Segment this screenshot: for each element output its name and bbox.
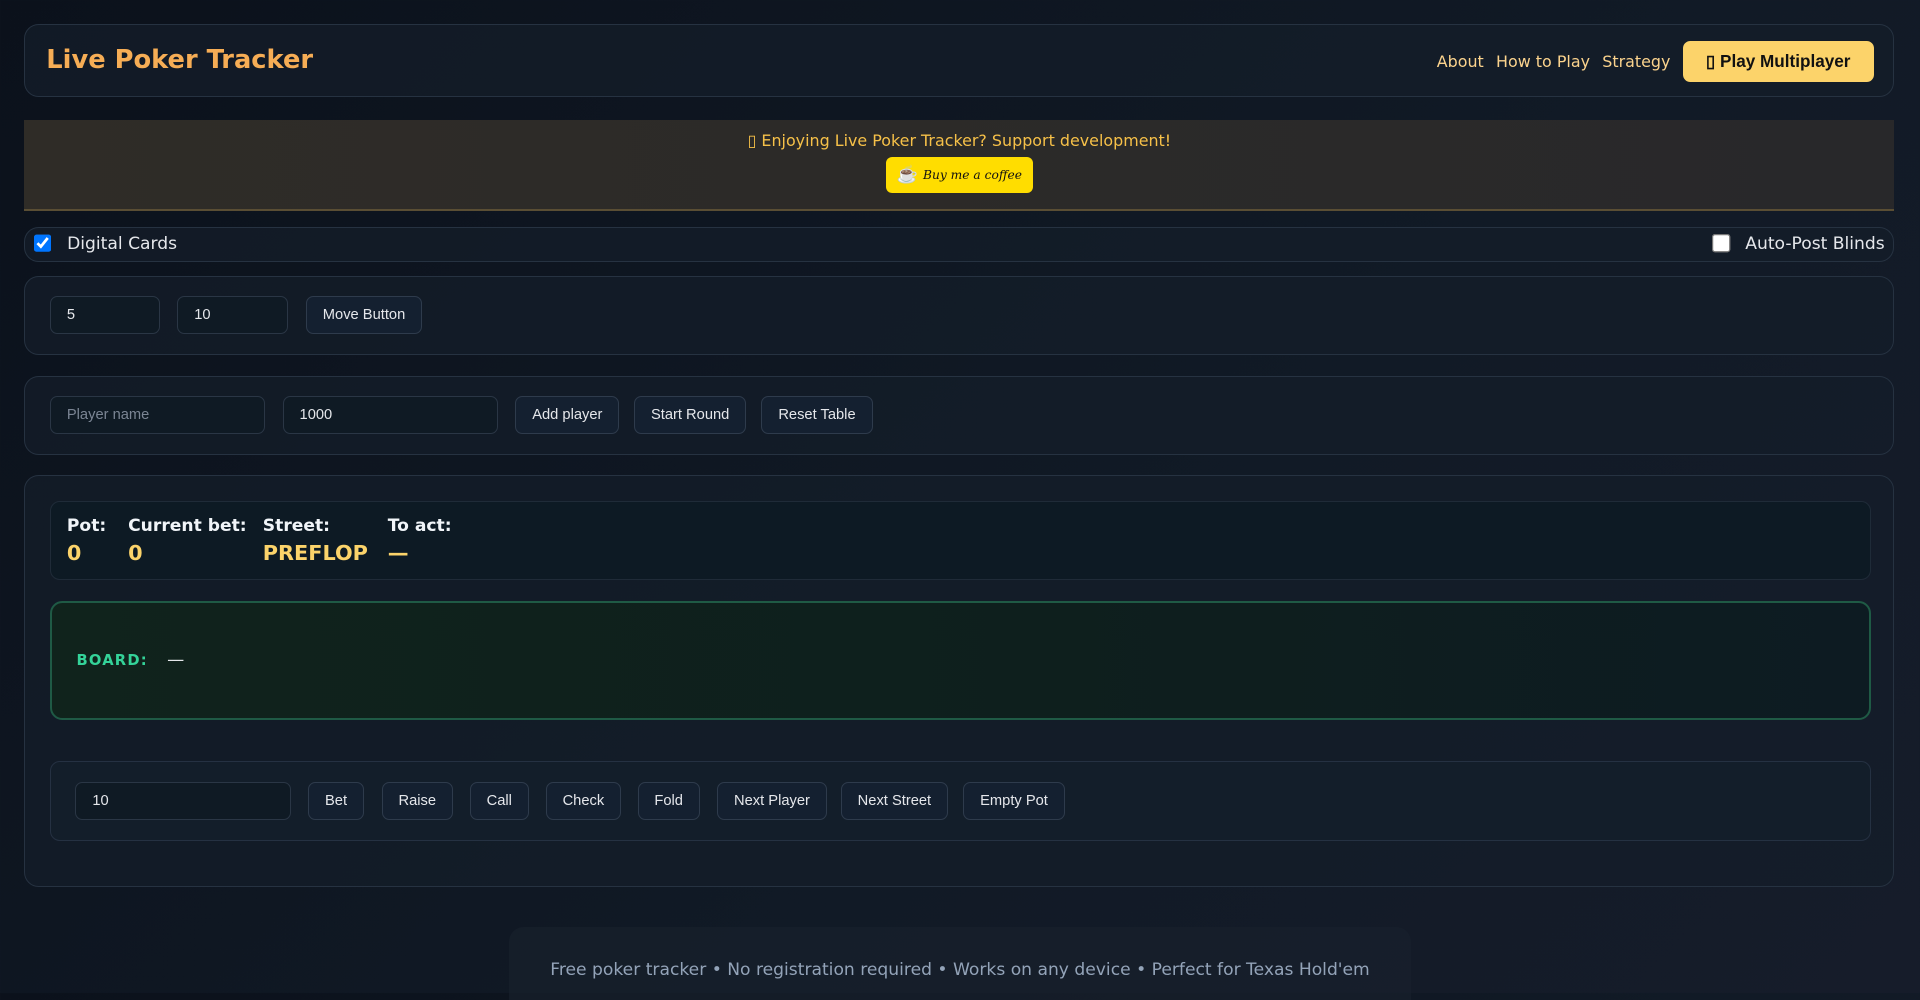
next-player-button[interactable]: Next Player [717,782,827,820]
players-panel: Add player Start Round Reset Table [24,376,1894,456]
auto-post-blinds-label: Auto-Post Blinds [1745,234,1884,254]
stats-bar: Pot: 0 Current bet: 0 Street: PREFLOP To ac… [50,501,1871,581]
header: Live Poker Tracker About How to Play Str… [24,24,1894,96]
next-street-button[interactable]: Next Street [841,782,948,820]
current-bet-label: Current bet: [128,516,247,536]
digital-cards-toggle[interactable]: Digital Cards [34,234,177,254]
footer: Free poker tracker • No registration req… [509,927,1410,1000]
add-player-button[interactable]: Add player [515,396,619,434]
board-label: BOARD: [76,652,147,669]
empty-pot-button[interactable]: Empty Pot [963,782,1065,820]
footer-text: Free poker tracker • No registration req… [509,960,1410,980]
nav: About How to Play Strategy ▯ Play Multip… [1437,41,1874,82]
street-value: PREFLOP [263,541,368,565]
toggles-bar: Digital Cards Auto-Post Blinds [24,227,1894,263]
action-bar: Bet Raise Call Check Fold Next Player Ne… [50,761,1871,841]
street-label: Street: [263,516,368,536]
amount-input[interactable] [75,782,291,820]
to-act-value: — [388,541,452,565]
fold-button[interactable]: Fold [638,782,700,820]
start-round-button[interactable]: Start Round [634,396,746,434]
board-value: — [167,650,184,670]
support-banner: ▯ Enjoying Live Poker Tracker? Support d… [24,120,1894,211]
street-stat: Street: PREFLOP [263,516,368,565]
small-blind-input[interactable] [50,296,160,334]
bet-button[interactable]: Bet [308,782,364,820]
digital-cards-checkbox[interactable] [34,234,52,252]
coffee-label: Buy me a coffee [923,168,1022,182]
check-button[interactable]: Check [546,782,621,820]
digital-cards-label: Digital Cards [67,234,177,254]
reset-table-button[interactable]: Reset Table [761,396,872,434]
current-bet-stat: Current bet: 0 [128,516,247,565]
buy-me-a-coffee-button[interactable]: ☕ Buy me a coffee [886,157,1033,192]
big-blind-input[interactable] [177,296,287,334]
move-button-button[interactable]: Move Button [306,296,422,334]
current-bet-value: 0 [128,541,247,565]
pot-value: 0 [67,541,106,565]
to-act-stat: To act: — [388,516,452,565]
to-act-label: To act: [388,516,452,536]
auto-post-blinds-toggle[interactable]: Auto-Post Blinds [1712,234,1885,254]
board: BOARD: — [50,601,1871,720]
app-title: Live Poker Tracker [46,45,313,75]
pot-label: Pot: [67,516,106,536]
blinds-panel: Move Button [24,276,1894,356]
nav-strategy[interactable]: Strategy [1602,52,1670,71]
auto-post-blinds-checkbox[interactable] [1712,234,1730,252]
support-message: ▯ Enjoying Live Poker Tracker? Support d… [24,131,1894,150]
player-name-input[interactable] [50,396,266,434]
play-multiplayer-button[interactable]: ▯ Play Multiplayer [1683,41,1874,82]
call-button[interactable]: Call [470,782,529,820]
coffee-cup-icon: ☕ [897,165,918,185]
stack-input[interactable] [283,396,499,434]
raise-button[interactable]: Raise [382,782,453,820]
nav-how-to-play[interactable]: How to Play [1496,52,1590,71]
pot-stat: Pot: 0 [67,516,106,565]
nav-about[interactable]: About [1437,52,1484,71]
table-panel: Pot: 0 Current bet: 0 Street: PREFLOP To ac… [24,475,1894,886]
